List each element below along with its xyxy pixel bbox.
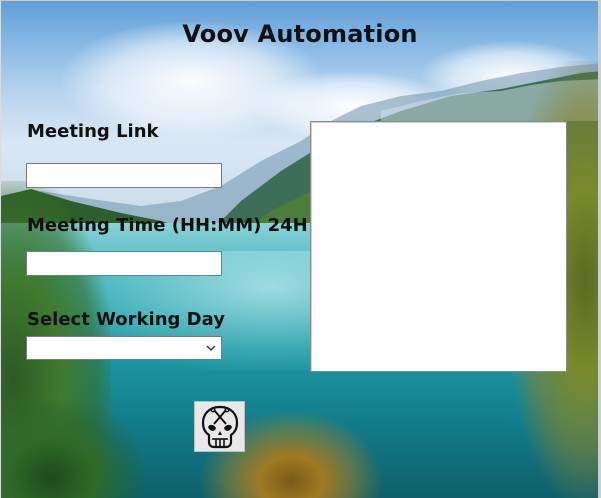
meeting-link-label: Meeting Link [27,121,159,142]
working-day-select[interactable] [26,336,222,360]
working-day-label: Select Working Day [27,309,225,330]
app-title: Voov Automation [182,20,418,48]
skull-crossbones-icon [201,405,238,448]
run-button[interactable] [194,401,245,452]
app-window: Voov Automation Meeting Link Meeting Tim… [0,0,601,498]
meeting-link-input[interactable] [26,163,222,188]
background-foliage [1,401,141,498]
output-panel[interactable] [310,121,567,372]
meeting-time-input[interactable] [26,251,222,276]
chevron-down-icon [206,345,216,351]
meeting-time-label: Meeting Time (HH:MM) 24H [27,215,308,236]
